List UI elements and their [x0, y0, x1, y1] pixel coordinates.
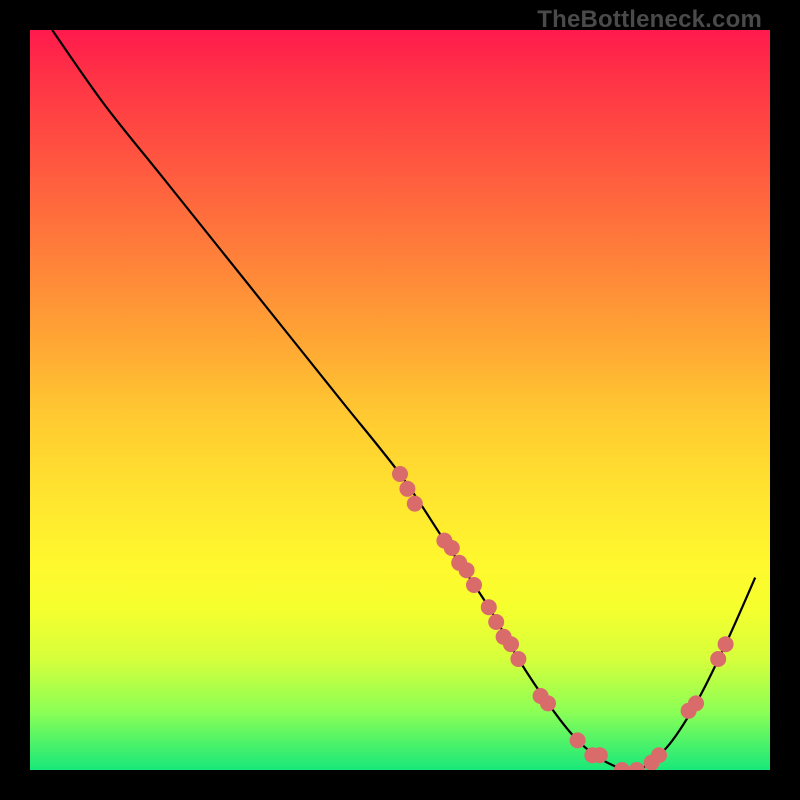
watermark-text: TheBottleneck.com: [537, 6, 762, 34]
curve-marker: [444, 540, 460, 556]
curve-marker: [459, 562, 475, 578]
curve-marker: [392, 466, 408, 482]
bottleneck-curve: [52, 30, 755, 770]
curve-marker: [481, 599, 497, 615]
curve-marker: [718, 636, 734, 652]
curve-marker: [651, 747, 667, 763]
curve-marker: [570, 732, 586, 748]
curve-marker: [540, 695, 556, 711]
curve-marker: [614, 762, 630, 770]
curve-marker: [466, 577, 482, 593]
curve-marker: [629, 762, 645, 770]
curve-marker: [407, 496, 423, 512]
curve-marker: [399, 481, 415, 497]
curve-marker: [503, 636, 519, 652]
gradient-plot-area: [30, 30, 770, 770]
curve-marker: [688, 695, 704, 711]
curve-marker: [592, 747, 608, 763]
curve-marker: [488, 614, 504, 630]
curve-marker: [510, 651, 526, 667]
chart-svg: [30, 30, 770, 770]
curve-marker: [710, 651, 726, 667]
